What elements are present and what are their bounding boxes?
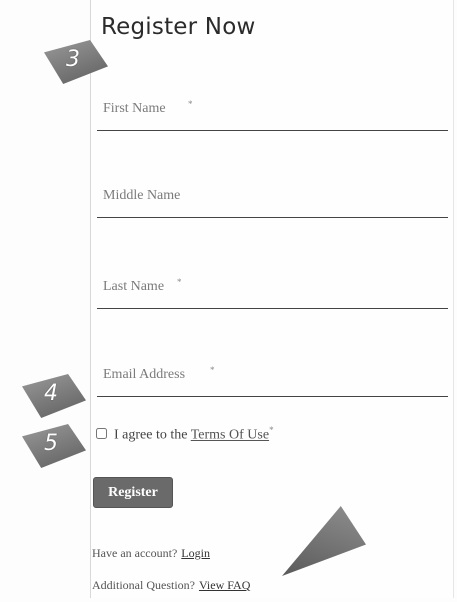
step-marker-5: 5 [22,424,86,468]
last-name-input[interactable] [101,268,435,306]
faq-link[interactable]: View FAQ [199,578,250,592]
page-title: Register Now [101,14,256,40]
required-mark: * [210,365,215,375]
required-mark: * [177,277,182,287]
step-marker-4: 4 [22,374,86,418]
middle-name-field[interactable] [97,177,448,218]
first-name-input[interactable] [101,90,435,128]
terms-agreement: I agree to the Terms Of Use* [114,425,274,444]
email-input[interactable] [101,356,435,394]
login-prompt: Have an account? Login [92,546,210,561]
last-name-field[interactable]: * [97,268,448,309]
required-mark: * [188,99,193,109]
email-field[interactable]: * [97,356,448,397]
register-button[interactable]: Register [93,477,173,508]
step-number: 5 [44,431,58,456]
middle-name-input[interactable] [101,177,435,215]
step-number: 3 [66,47,80,72]
question-text: Additional Question? [92,578,195,592]
faq-prompt: Additional Question? View FAQ [92,578,250,593]
terms-link[interactable]: Terms Of Use [191,428,269,443]
first-name-field[interactable]: * [97,90,448,131]
step-number: 4 [44,381,58,406]
terms-checkbox[interactable] [96,428,107,439]
required-mark: * [269,425,274,435]
account-text: Have an account? [92,546,178,560]
agree-label: I agree to the [114,427,188,443]
login-link[interactable]: Login [181,546,210,560]
